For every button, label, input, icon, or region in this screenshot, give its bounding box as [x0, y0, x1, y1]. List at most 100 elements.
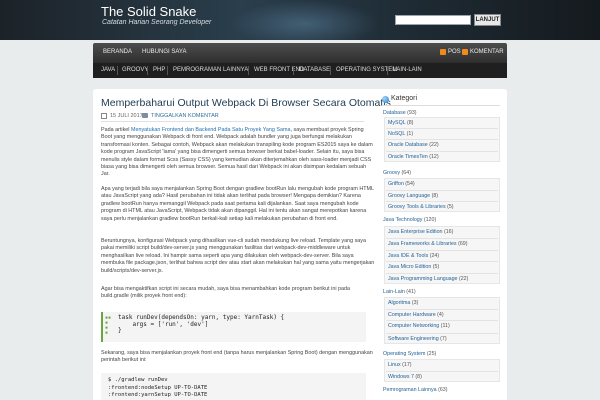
- category-link[interactable]: Computer Networking (11): [388, 322, 504, 330]
- category-label: Java IDE & Tools: [388, 253, 430, 259]
- category-link[interactable]: Oracle TimesTen (12): [388, 153, 504, 161]
- divider: [386, 250, 498, 251]
- nav-cat-groovy[interactable]: GROOVY: [122, 67, 148, 73]
- category-link[interactable]: NoSQL (1): [388, 130, 504, 138]
- category-count: (5): [447, 204, 454, 210]
- search-button[interactable]: LANJUT: [474, 14, 501, 26]
- site-tagline: Catatan Harian Seorang Developer: [102, 19, 212, 26]
- nav-cat-database[interactable]: DATABASE: [299, 67, 330, 73]
- nav-cat-pemrograman-lainnya[interactable]: PEMROGRAMAN LAINNYA: [173, 67, 248, 73]
- nav-cat-lain-lain[interactable]: LAIN-LAIN: [393, 67, 422, 73]
- rss-comments-link[interactable]: KOMENTAR: [470, 49, 504, 55]
- category-link[interactable]: Software Engineering (7): [388, 335, 504, 343]
- divider: [386, 273, 498, 274]
- rss-icon: [440, 49, 446, 55]
- category-label: Groovy Tools & Libraries: [388, 204, 448, 210]
- category-label: Pemrograman Lainnya: [383, 387, 439, 393]
- category-count: (5): [432, 264, 440, 270]
- nav-cat-java[interactable]: JAVA: [101, 67, 115, 73]
- category-link[interactable]: Groovy (64): [383, 169, 499, 177]
- category-count: (8): [431, 193, 439, 199]
- category-label: Groovy Language: [388, 193, 432, 199]
- post-meta: 15 JULI 2017 TINGGALKAN KOMENTAR: [101, 112, 364, 122]
- category-link[interactable]: Java Programming Language (22): [388, 275, 504, 283]
- nav-item-beranda[interactable]: BERANDA: [103, 49, 132, 55]
- bullet-icon: [382, 96, 389, 103]
- category-count: (22): [429, 142, 439, 148]
- widget-title: Kategori: [391, 95, 418, 102]
- category-link[interactable]: Computer Hardware (4): [388, 311, 504, 319]
- nav-cat-web-front-end[interactable]: WEB FRONT END: [254, 67, 304, 73]
- nav-cat-php[interactable]: PHP: [153, 67, 165, 73]
- category-link[interactable]: Java Micro Edition (5): [388, 263, 504, 271]
- category-link[interactable]: Java Frameworks & Libraries (69): [388, 240, 504, 248]
- category-link[interactable]: Griffon (54): [388, 180, 504, 188]
- category-count: (22): [458, 276, 469, 282]
- comment-icon: [142, 113, 148, 118]
- nav-separator: [330, 66, 331, 75]
- divider: [386, 238, 498, 239]
- category-label: Java Technology: [383, 217, 424, 223]
- category-link[interactable]: Pemrograman Lainnya (63): [383, 386, 499, 394]
- category-count: (11): [440, 323, 450, 329]
- category-link[interactable]: Java Enterprise Edition (16): [388, 228, 504, 236]
- category-count: (41): [406, 289, 416, 295]
- category-label: Groovy: [383, 170, 402, 176]
- category-count: (3): [411, 300, 419, 306]
- code-content: task runDev(dependsOn: yarn, type: YarnT…: [118, 314, 285, 334]
- category-link[interactable]: Operating System (25): [383, 350, 499, 358]
- post-title[interactable]: Memperbaharui Output Webpack Di Browser …: [101, 97, 391, 109]
- post-date: 15 JULI 2017: [110, 113, 143, 119]
- category-count: (16): [443, 229, 454, 235]
- site-title[interactable]: The Solid Snake: [101, 4, 196, 19]
- search-input[interactable]: [395, 15, 471, 25]
- nav-cat-operating-system[interactable]: OPERATING SYSTEM: [336, 67, 397, 73]
- divider: [386, 201, 498, 202]
- category-link[interactable]: Algoritma (3): [388, 299, 504, 307]
- nav-item-hubungi-saya[interactable]: HUBUNGI SAYA: [142, 49, 186, 55]
- primary-nav: BERANDA HUBUNGI SAYA POS KOMENTAR: [93, 43, 507, 63]
- nav-separator: [387, 66, 388, 75]
- terminal-content: $ ./gradlew runDev :frontend:nodeSetup U…: [108, 377, 208, 398]
- category-label: Java Micro Edition: [388, 264, 433, 270]
- divider: [386, 190, 498, 191]
- category-link[interactable]: Linux (17): [388, 361, 504, 369]
- category-link[interactable]: MySQL (8): [388, 119, 504, 127]
- category-nav: JAVA GROOVY PHP PEMROGRAMAN LAINNYA WEB …: [93, 63, 507, 78]
- category-label: Computer Networking: [388, 323, 441, 329]
- terminal-block: $ ./gradlew runDev :frontend:nodeSetup U…: [101, 373, 366, 400]
- divider: [386, 151, 498, 152]
- category-label: Operating System: [383, 351, 427, 357]
- category-link[interactable]: Java Technology (120): [383, 216, 499, 224]
- leave-comment-link[interactable]: TINGGALKAN KOMENTAR: [151, 113, 219, 119]
- category-link[interactable]: Java IDE & Tools (24): [388, 252, 504, 260]
- post-paragraph: Agar bisa mengaktifkan script ini secara…: [101, 286, 351, 300]
- category-link[interactable]: Oracle Database (22): [388, 141, 504, 149]
- category-count: (54): [405, 181, 415, 187]
- category-label: Windows 7: [388, 374, 416, 380]
- article-link[interactable]: Menyatukan Frontend dan Backend Pada Sat…: [131, 127, 291, 133]
- category-link[interactable]: Windows 7 (8): [388, 373, 504, 381]
- category-count: (64): [401, 170, 411, 176]
- divider: [386, 128, 498, 129]
- category-link[interactable]: Lain-Lain (41): [383, 288, 499, 296]
- category-count: (12): [429, 154, 439, 160]
- divider: [382, 105, 500, 106]
- post-paragraph: Pada artikel Menyatukan Frontend dan Bac…: [101, 127, 376, 179]
- divider: [386, 371, 498, 372]
- post-paragraph: Apa yang terjadi bila saya menjalankan S…: [101, 186, 374, 222]
- category-label: Java Enterprise Edition: [388, 229, 444, 235]
- site-header: [0, 0, 600, 40]
- category-label: Java Frameworks & Libraries: [388, 241, 459, 247]
- calendar-icon: [101, 113, 107, 119]
- category-label: Griffon: [388, 181, 406, 187]
- category-count: (7): [440, 336, 447, 342]
- category-link[interactable]: Groovy Tools & Libraries (5): [388, 203, 504, 211]
- category-link[interactable]: Groovy Language (8): [388, 192, 504, 200]
- nav-separator: [293, 66, 294, 75]
- category-link[interactable]: Database (93): [383, 109, 499, 117]
- category-count: (17): [402, 362, 412, 368]
- category-count: (24): [429, 253, 440, 259]
- rss-posts-link[interactable]: POS: [448, 49, 461, 55]
- category-count: (1): [406, 131, 414, 137]
